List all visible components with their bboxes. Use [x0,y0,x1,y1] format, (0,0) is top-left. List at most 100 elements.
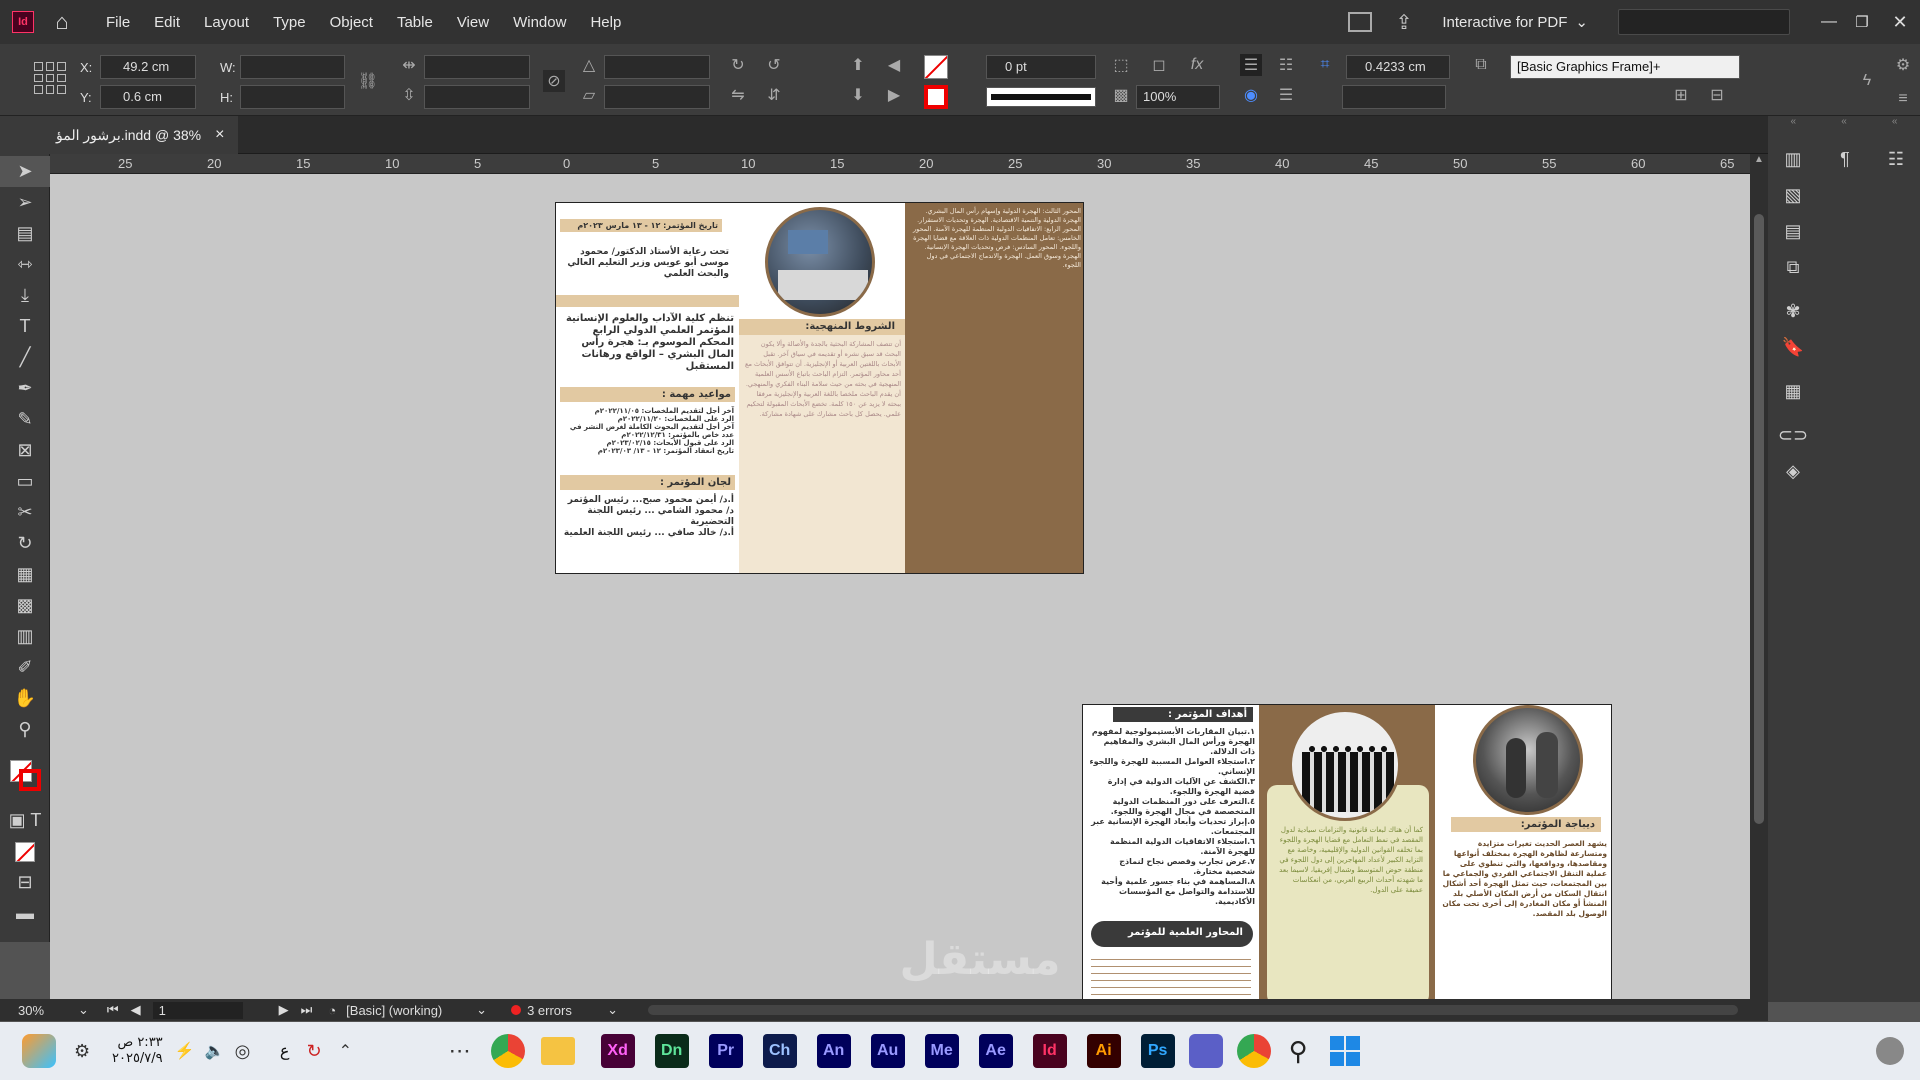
h-field[interactable] [240,85,345,109]
menu-window[interactable]: Window [501,14,578,31]
next-page-icon[interactable]: ▶ [279,1002,289,1018]
gap-tool-icon[interactable]: ⇿ [0,249,50,280]
taskbar-app-au[interactable]: Au [870,1034,905,1068]
free-transform-tool-icon[interactable]: ↻ [0,528,50,559]
error-count[interactable]: 3 errors [527,1003,607,1018]
taskbar-app-xd[interactable]: Xd [600,1034,635,1068]
workspace-switcher[interactable]: Interactive for PDF ⌄ [1442,13,1588,32]
shear-icon[interactable]: ▱ [578,84,600,106]
frame-style-icon[interactable]: ⧉ [1470,54,1492,76]
select-previous-icon[interactable]: ◀ [883,54,905,76]
selection-tool-icon[interactable]: ➤ [0,156,50,187]
lightning-icon[interactable]: ϟ [1856,70,1878,92]
menu-view[interactable]: View [445,14,501,31]
corner-options-icon[interactable]: ⌗ [1314,54,1336,76]
gradient-tool-icon[interactable]: ▦ [0,559,50,590]
home-icon[interactable]: ⌂ [48,9,76,34]
rectangle-frame-tool-icon[interactable]: ⊠ [0,435,50,466]
indesign-icon[interactable]: Id [12,11,34,33]
chevron-down-icon[interactable]: ⌄ [78,1002,89,1018]
menu-type[interactable]: Type [261,14,318,31]
chevron-down-icon[interactable]: ⌄ [476,1002,487,1018]
restore-button[interactable]: ❐ [1844,13,1880,31]
apply-none-icon[interactable] [0,836,50,867]
object-style-select[interactable]: [Basic Graphics Frame]+ [1510,55,1740,79]
select-content-icon[interactable]: ⬇ [847,84,869,106]
search-input[interactable] [1618,9,1790,35]
hyperlinks-panel-icon[interactable]: ⊂⊃ [1775,420,1811,450]
links-panel-icon[interactable]: ⧉ [1775,252,1811,282]
menu-help[interactable]: Help [578,14,633,31]
constrain-proportions-icon[interactable]: ⛓ [357,70,379,92]
align-right-icon[interactable]: ☷ [1275,54,1297,76]
search-icon[interactable]: ⚲ [1289,1036,1308,1067]
vertical-scrollbar[interactable]: ▲ [1750,154,1768,999]
pages-panel-icon[interactable]: ▥ [1775,144,1811,174]
zoom-tool-icon[interactable]: ⚲ [0,714,50,745]
horizontal-ruler[interactable]: 25 20 15 10 5 0 5 10 15 20 25 30 35 40 45 50 55 60 65 [50,154,1750,174]
menu-file[interactable]: File [94,14,142,31]
start-icon[interactable] [1329,1036,1360,1066]
widgets-icon[interactable] [1876,1037,1904,1065]
volume-icon[interactable]: 🔈 [205,1041,233,1061]
taskbar-app-dn[interactable]: Dn [654,1034,689,1068]
preflight-icon[interactable]: ◔ [328,1003,336,1018]
prev-page-icon[interactable]: ◀ [131,1002,141,1018]
distribute-icon[interactable]: ☰ [1275,84,1297,106]
pasteboard[interactable]: تاريخ المؤتمر: ١٢ - ١٣ مارس ٢٠٢٣م تحت رع… [50,174,1750,999]
chrome-icon[interactable] [1236,1034,1271,1068]
rotate-icon[interactable]: △ [578,54,600,76]
note-tool-icon[interactable]: ▥ [0,621,50,652]
fit-frame-icon[interactable]: ⊟ [1706,84,1728,106]
page-tool-icon[interactable]: ▤ [0,218,50,249]
panel-menu-icon[interactable]: ≡ [1892,88,1914,110]
formatting-affects-container-icon[interactable]: ▣ T [0,805,50,836]
collapse-panel-icon[interactable]: « [1791,116,1797,136]
teams-icon[interactable] [1188,1034,1223,1068]
clear-overrides-icon[interactable]: ⊞ [1670,84,1692,106]
scale-x-field[interactable] [424,55,530,79]
taskbar-app-ch[interactable]: Ch [762,1034,797,1068]
stroke-weight-field[interactable]: 0 pt [986,55,1096,79]
menu-table[interactable]: Table [385,14,445,31]
weather-icon[interactable] [22,1034,56,1068]
battery-icon[interactable]: ⚡ [175,1041,203,1061]
shear-field[interactable] [604,85,710,109]
minimize-button[interactable]: — [1814,13,1844,31]
gear-icon[interactable]: ⚙ [1892,54,1914,76]
close-icon[interactable]: × [215,126,224,144]
fill-swatch[interactable] [924,55,948,79]
screen-mode-toggle-icon[interactable]: ▬ [0,898,50,929]
last-page-icon[interactable]: ⏭ [301,1002,313,1018]
taskbar-app-pr[interactable]: Pr [708,1034,743,1068]
text-wrap-icon[interactable]: ⬚ [1110,54,1132,76]
stroke-swatch[interactable] [924,85,948,109]
view-mode-icon[interactable]: ⊟ [0,867,50,898]
x-field[interactable]: 49.2 cm [100,55,196,79]
rectangle-tool-icon[interactable]: ▭ [0,466,50,497]
collapse-panel-icon[interactable]: « [1841,116,1847,136]
select-container-icon[interactable]: ⬆ [847,54,869,76]
pen-tool-icon[interactable]: ✒ [0,373,50,404]
eyedropper-tool-icon[interactable]: ✐ [0,652,50,683]
horizontal-scrollbar[interactable] [647,1005,1738,1015]
scroll-up-icon[interactable]: ▲ [1750,154,1768,174]
menu-edit[interactable]: Edit [142,14,192,31]
properties-panel-icon[interactable]: ☷ [1878,144,1914,174]
taskbar-app-ae[interactable]: Ae [978,1034,1013,1068]
spread-page-1[interactable]: تاريخ المؤتمر: ١٢ - ١٣ مارس ٢٠٢٣م تحت رع… [555,202,1084,574]
align-left-icon[interactable]: ☰ [1240,54,1262,76]
rotate-ccw-icon[interactable]: ↺ [763,54,785,76]
screen-mode-icon[interactable] [1347,12,1372,32]
color-panel-icon[interactable]: ✾ [1775,296,1811,326]
menu-layout[interactable]: Layout [192,14,261,31]
scroll-thumb[interactable] [1754,214,1764,824]
align-panel-icon[interactable]: ▤ [1775,216,1811,246]
direct-selection-tool-icon[interactable]: ➢ [0,187,50,218]
w-field[interactable] [240,55,345,79]
auto-fit-icon[interactable]: ◉ [1240,84,1262,106]
taskbar-app-ai[interactable]: Ai [1086,1034,1121,1068]
opacity-icon[interactable]: ▩ [1110,84,1132,106]
notification-icon[interactable]: ⚙ [74,1041,100,1062]
type-tool-icon[interactable]: T [0,311,50,342]
